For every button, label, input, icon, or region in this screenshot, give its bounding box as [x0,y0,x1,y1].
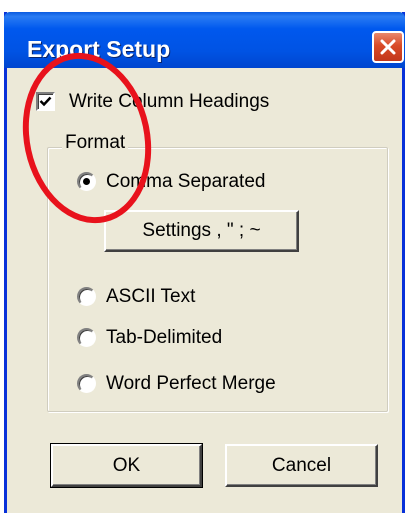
format-group-label: Format [62,132,129,154]
title-bar[interactable]: Export Setup [4,12,405,68]
comma-separated-radio[interactable] [77,172,96,191]
close-icon [380,39,396,55]
write-column-headings-label[interactable]: Write Column Headings [69,91,269,113]
tab-delimited-label[interactable]: Tab-Delimited [106,327,222,349]
close-button[interactable] [372,31,404,63]
tab-delimited-radio[interactable] [77,328,96,347]
cancel-button[interactable]: Cancel [225,444,378,487]
settings-button[interactable]: Settings , " ; ~ [104,210,299,252]
checkmark-icon [39,96,52,107]
word-perfect-merge-label[interactable]: Word Perfect Merge [106,373,276,395]
word-perfect-merge-radio[interactable] [77,374,96,393]
radio-selected-dot [83,178,90,185]
comma-separated-label[interactable]: Comma Separated [106,171,265,193]
ascii-text-label[interactable]: ASCII Text [106,286,195,308]
dialog-title: Export Setup [27,36,171,62]
write-column-headings-checkbox[interactable] [36,92,55,111]
ok-button[interactable]: OK [50,443,203,488]
ascii-text-radio[interactable] [77,287,96,306]
